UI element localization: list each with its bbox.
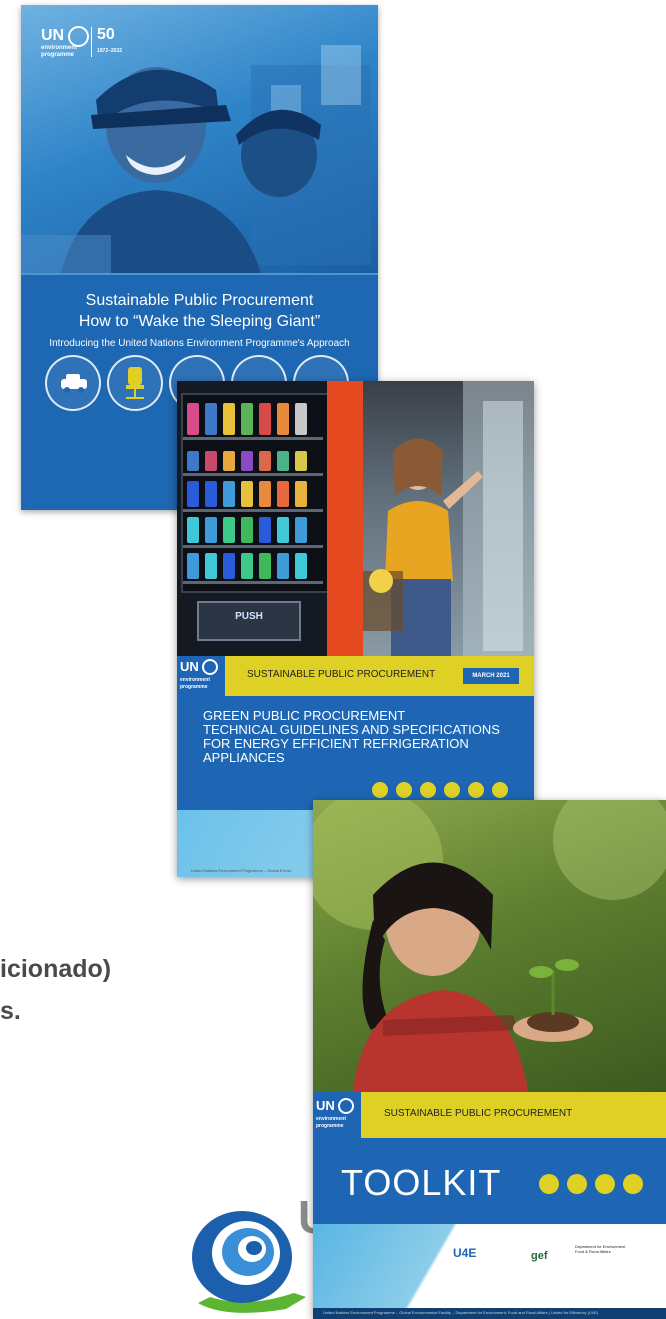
product [259,481,271,507]
cover2-title-line1: GREEN PUBLIC PROCUREMENT [203,708,406,723]
un-logo: UN [316,1098,335,1113]
cover2-title-line3: FOR ENERGY EFFICIENT REFRIGERATION [203,736,469,751]
shelf [183,509,323,512]
un-logo-box: UN environment programme [313,1092,361,1138]
product [187,451,199,471]
un-logo: UN [41,27,65,44]
cover1-title-line1: Sustainable Public Procurement [85,292,314,309]
cover3-title: TOOLKIT [341,1162,502,1203]
product [241,517,253,543]
un-logo-box: UN environment programme [177,656,225,696]
un-logo-prog: programme [316,1123,344,1129]
product [277,403,289,435]
product [223,517,235,543]
product [241,481,253,507]
shelf [183,437,323,440]
un-logo-prog: programme [180,684,208,690]
un-logo-prog: programme [41,52,75,58]
gef-logo: gef [531,1250,548,1262]
un-logo-env: environment [180,677,211,683]
cover2-footer: United Nations Environment Programme – G… [191,868,292,873]
product [187,553,199,579]
anniversary-50: 50 [97,26,115,43]
product [277,553,289,579]
product [295,517,307,543]
product [223,451,235,471]
product [241,403,253,435]
wrench-icon [468,782,484,798]
cover2-title-line4: APPLIANCES [203,750,285,765]
shelf [183,473,323,476]
cover2-title: GREEN PUBLIC PROCUREMENT TECHNICAL GUIDE… [203,709,523,765]
background-text-line2: s. [0,997,21,1025]
un-logo-env: environment [316,1116,347,1122]
un-globe-icon [68,26,89,47]
product [295,451,307,471]
product [241,553,253,579]
un-globe-icon [338,1098,354,1114]
product [295,553,307,579]
product [259,517,271,543]
cover1-title-line2: How to “Wake the Sleeping Giant” [78,313,321,330]
vending-machine-photo: PUSH [177,381,363,656]
chair-icon [107,355,163,411]
product [295,481,307,507]
product [259,403,271,435]
report-cover-toolkit[interactable]: UN environment programme SUSTAINABLE PUB… [313,800,666,1319]
series-label: SUSTAINABLE PUBLIC PROCUREMENT [384,1108,573,1119]
cover3-footer: United Nations Environment Programme – G… [323,1310,599,1315]
product [277,517,289,543]
product [205,403,217,435]
cover2-title-line2: TECHNICAL GUIDELINES AND SPECIFICATIONS [203,722,500,737]
recycle-icon [444,782,460,798]
product [277,481,289,507]
product [205,481,217,507]
product [259,553,271,579]
partner-band [313,1224,666,1308]
product [205,451,217,471]
push-label: PUSH [235,611,263,622]
logo-separator [91,27,92,57]
shopper-photo [363,381,534,656]
product [223,403,235,435]
thermometer-icon [372,782,388,798]
un-logo-env: environment [41,45,78,51]
background-text-line1: icionado) [0,955,112,983]
product [295,403,307,435]
product [205,517,217,543]
lightbulb-icon [539,1174,559,1194]
un-globe-icon [202,659,218,675]
series-label: SUSTAINABLE PUBLIC PROCUREMENT [247,669,436,680]
cover1-subtitle: Introducing the United Nations Environme… [49,338,350,349]
gear-icon [567,1174,587,1194]
shelf [183,545,323,548]
date-badge: MARCH 2021 [463,668,519,684]
defra-logo: Department for Environment Food & Rural … [575,1244,626,1254]
product [223,481,235,507]
product [187,481,199,507]
building-icon [595,1174,615,1194]
product [187,517,199,543]
product [259,451,271,471]
anniversary-years: 1972–2022 [97,48,123,54]
globe-icon [623,1174,643,1194]
car-icon [45,355,101,411]
cover-divider [21,273,378,275]
product [277,451,289,471]
tool-icon [420,782,436,798]
vending-side-panel [327,381,363,656]
u4e-logo: U4E [453,1246,477,1260]
un-logo: UN [180,659,199,674]
product [187,403,199,435]
product [223,553,235,579]
girl-with-plant-photo [313,800,666,1092]
product [205,553,217,579]
person-icon [492,782,508,798]
shelf [183,581,323,584]
energy-icon [396,782,412,798]
product [241,451,253,471]
